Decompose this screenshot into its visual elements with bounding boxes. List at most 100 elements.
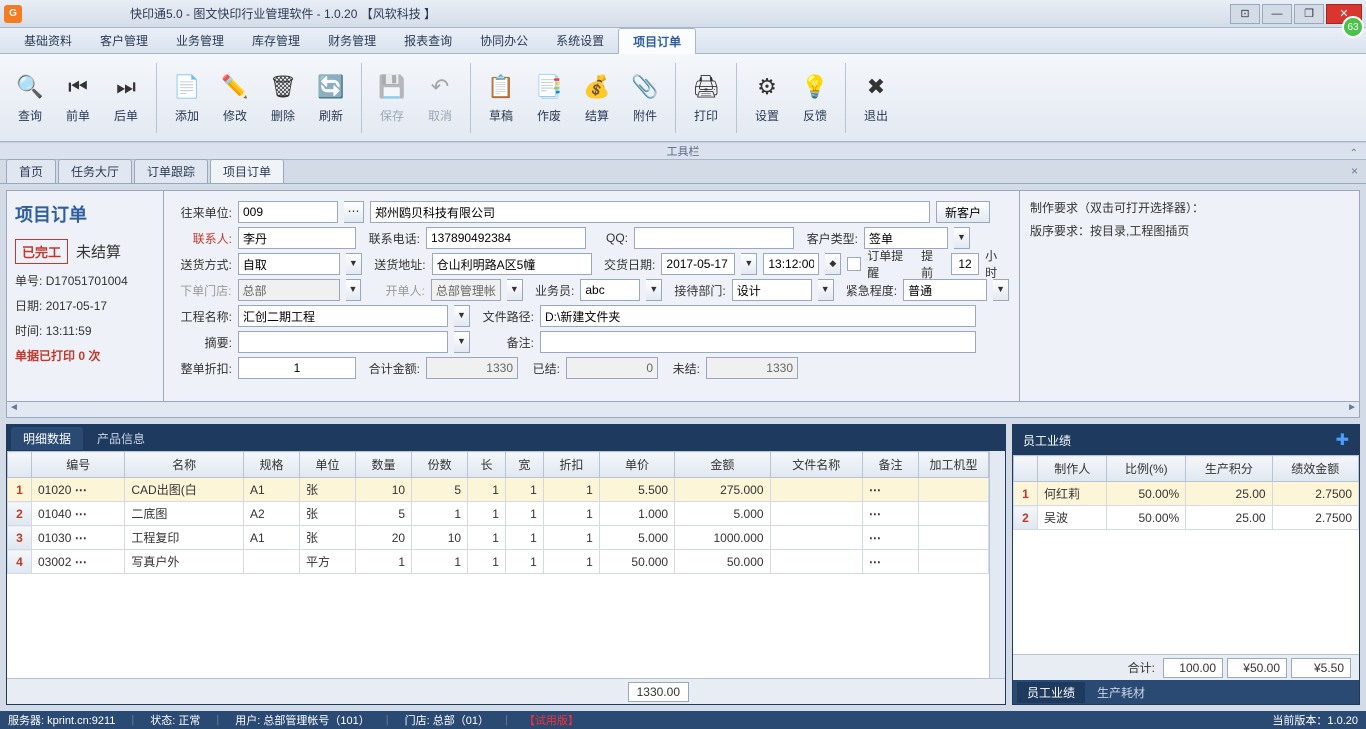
- qq-input[interactable]: [634, 227, 794, 249]
- ribbon-前单[interactable]: ⏮前单: [56, 60, 100, 136]
- dept-select[interactable]: [732, 279, 812, 301]
- delivery-time-input[interactable]: [763, 253, 819, 275]
- status-state: 状态: 正常: [150, 712, 200, 728]
- titlebar: G 快印通5.0 - 图文快印行业管理软件 - 1.0.20 【风软科技 】 ⊡…: [0, 0, 1366, 28]
- time-spinner-icon[interactable]: ◆: [825, 253, 841, 275]
- doctab-1[interactable]: 任务大厅: [58, 159, 132, 183]
- menu-6[interactable]: 协同办公: [466, 28, 542, 53]
- grid-total: 1330.00: [628, 682, 689, 702]
- doctab-0[interactable]: 首页: [6, 159, 56, 183]
- ribbon-附件[interactable]: 📎附件: [623, 60, 667, 136]
- summary-input[interactable]: [238, 331, 448, 353]
- urgent-select[interactable]: [903, 279, 987, 301]
- ship-method-select[interactable]: [238, 253, 340, 275]
- dropdown-icon[interactable]: ▼: [954, 227, 970, 249]
- status-server: 服务器: kprint.cn:9211: [8, 712, 115, 728]
- ribbon-退出[interactable]: ✖退出: [854, 60, 898, 136]
- toolbar-caption: 工具栏 ⌃: [0, 142, 1366, 160]
- menu-3[interactable]: 库存管理: [238, 28, 314, 53]
- ribbon-刷新[interactable]: 🔄刷新: [309, 60, 353, 136]
- ribbon-删除[interactable]: 🗑删除: [261, 60, 305, 136]
- ribbon-结算[interactable]: 💰结算: [575, 60, 619, 136]
- detail-table[interactable]: 编号名称规格单位数量份数长宽折扣单价金额文件名称备注加工机型101020 ⋯CA…: [7, 451, 989, 574]
- window-restore-button[interactable]: ❐: [1294, 4, 1324, 24]
- menu-1[interactable]: 客户管理: [86, 28, 162, 53]
- ribbon-添加[interactable]: 📄添加: [165, 60, 209, 136]
- dropdown-icon[interactable]: ▼: [454, 331, 470, 353]
- requirements-panel[interactable]: 制作要求（双击可打开选择器）： 版序要求：按目录,工程图插页: [1020, 190, 1360, 402]
- substore-select: [238, 279, 340, 301]
- perftab-1[interactable]: 生产耗材: [1087, 682, 1155, 703]
- ribbon-后单[interactable]: ⏭后单: [104, 60, 148, 136]
- add-perf-button[interactable]: ✚: [1336, 430, 1349, 450]
- notification-badge[interactable]: 63: [1342, 16, 1364, 38]
- menu-4[interactable]: 财务管理: [314, 28, 390, 53]
- ribbon-作废[interactable]: 📑作废: [527, 60, 571, 136]
- project-name-input[interactable]: [238, 305, 448, 327]
- new-customer-button[interactable]: 新客户: [936, 201, 990, 223]
- dropdown-icon[interactable]: ▼: [993, 279, 1009, 301]
- ribbon-取消: ↶取消: [418, 60, 462, 136]
- status-version: 当前版本：1.0.20: [1272, 712, 1358, 728]
- company-code-input[interactable]: [238, 201, 338, 223]
- menu-0[interactable]: 基础资料: [10, 28, 86, 53]
- print-count: 单据已打印 0 次: [15, 347, 155, 364]
- phone-input[interactable]: [426, 227, 586, 249]
- vertical-scrollbar[interactable]: [989, 451, 1005, 678]
- contact-input[interactable]: [238, 227, 356, 249]
- ribbon-toolbar: 🔍查询⏮前单⏭后单 📄添加✏️修改🗑删除🔄刷新 💾保存↶取消 📋草稿📑作废💰结算📎附件…: [0, 54, 1366, 142]
- window-shrink-button[interactable]: ⊡: [1230, 4, 1260, 24]
- doctab-3[interactable]: 项目订单: [210, 159, 284, 183]
- menu-2[interactable]: 业务管理: [162, 28, 238, 53]
- order-date: 日期: 2017-05-17: [15, 297, 155, 314]
- menu-8[interactable]: 项目订单: [618, 28, 696, 54]
- dropdown-icon[interactable]: ▼: [454, 305, 470, 327]
- dropdown-icon[interactable]: ▼: [346, 253, 362, 275]
- order-form: 往来单位: ⋯ 新客户 联系人: 联系电话: QQ: 客户类型: ▼ 送货方式:…: [164, 190, 1020, 402]
- remind-checkbox[interactable]: [847, 257, 861, 271]
- tab-close-icon[interactable]: ×: [1351, 164, 1358, 178]
- ribbon-打印[interactable]: 🖨打印: [684, 60, 728, 136]
- performance-table[interactable]: 制作人比例(%)生产积分绩效金额1何红莉50.00%25.002.75002吴波…: [1013, 455, 1359, 530]
- menubar: 基础资料客户管理业务管理库存管理财务管理报表查询协同办公系统设置项目订单: [0, 28, 1366, 54]
- ribbon-保存: 💾保存: [370, 60, 414, 136]
- status-trial: 【试用版】: [524, 712, 579, 728]
- delivery-date-input[interactable]: [661, 253, 735, 275]
- remark-input[interactable]: [540, 331, 976, 353]
- address-input[interactable]: [432, 253, 592, 275]
- performance-panel: 员工业绩 ✚ 制作人比例(%)生产积分绩效金额1何红莉50.00%25.002.…: [1012, 424, 1360, 705]
- horizontal-scrollbar[interactable]: [6, 402, 1360, 418]
- ribbon-草稿[interactable]: 📋草稿: [479, 60, 523, 136]
- dropdown-icon[interactable]: ▼: [646, 279, 662, 301]
- sales-select[interactable]: [580, 279, 640, 301]
- doctab-2[interactable]: 订单跟踪: [134, 159, 208, 183]
- ribbon-设置[interactable]: ⚙设置: [745, 60, 789, 136]
- order-time: 时间: 13:11:59: [15, 322, 155, 339]
- dropdown-icon[interactable]: ▼: [818, 279, 834, 301]
- ribbon-反馈[interactable]: 💡反馈: [793, 60, 837, 136]
- opener-select: [431, 279, 501, 301]
- menu-7[interactable]: 系统设置: [542, 28, 618, 53]
- perftab-0[interactable]: 员工业绩: [1017, 682, 1085, 703]
- gridtab-0[interactable]: 明细数据: [11, 427, 83, 450]
- gridtab-1[interactable]: 产品信息: [85, 427, 157, 450]
- status-stamp-completed: 已完工: [15, 239, 68, 264]
- company-name-input[interactable]: [370, 201, 930, 223]
- ribbon-查询[interactable]: 🔍查询: [8, 60, 52, 136]
- discount-input[interactable]: [238, 357, 356, 379]
- date-picker-icon[interactable]: ▼: [741, 253, 757, 275]
- order-info-panel: 项目订单 已完工 未结算 单号: D17051701004 日期: 2017-0…: [6, 190, 164, 402]
- company-picker-button[interactable]: ⋯: [344, 201, 364, 223]
- file-path-input[interactable]: [540, 305, 976, 327]
- customer-type-select[interactable]: [864, 227, 948, 249]
- panel-title: 项目订单: [15, 201, 155, 227]
- req-line: 版序要求：按目录,工程图插页: [1030, 222, 1349, 239]
- status-store: 门店: 总部（01）: [405, 712, 489, 728]
- detail-grid-panel: 明细数据产品信息 编号名称规格单位数量份数长宽折扣单价金额文件名称备注加工机型1…: [6, 424, 1006, 705]
- remind-hours-input[interactable]: [951, 253, 979, 275]
- unsettled-amount: [706, 357, 798, 379]
- total-amount: [426, 357, 518, 379]
- ribbon-修改[interactable]: ✏️修改: [213, 60, 257, 136]
- window-minimize-button[interactable]: —: [1262, 4, 1292, 24]
- menu-5[interactable]: 报表查询: [390, 28, 466, 53]
